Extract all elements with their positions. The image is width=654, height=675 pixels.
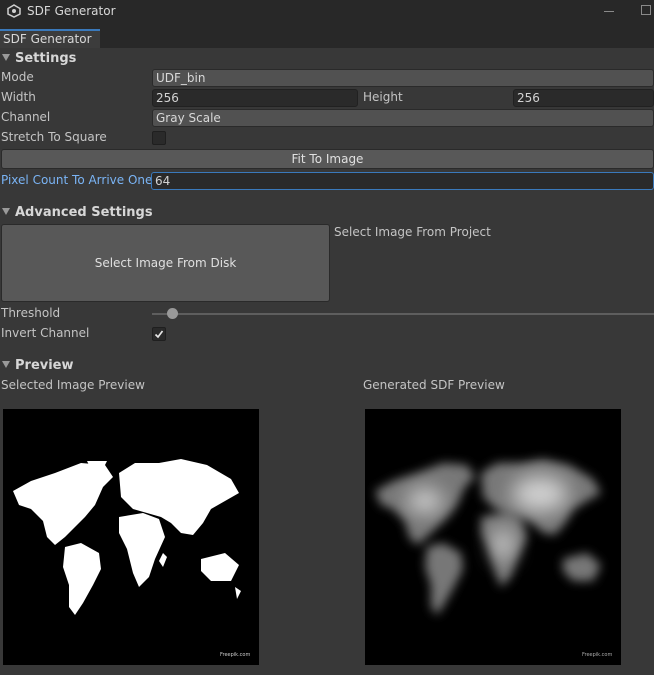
settings-foldout[interactable]: Settings [2,51,76,66]
triangle-down-icon [2,54,10,61]
select-image-from-project-label[interactable]: Select Image From Project [334,225,491,239]
world-map-sdf-image: Freepik.com [375,459,612,658]
height-field[interactable]: 256 [513,89,654,107]
selected-image-preview-label: Selected Image Preview [1,378,145,392]
channel-value: Gray Scale [156,111,221,125]
mode-dropdown[interactable]: UDF_bin [152,69,654,87]
triangle-down-icon [2,361,10,368]
unity-icon [7,4,21,18]
stretch-checkbox[interactable] [152,131,166,145]
preview-foldout[interactable]: Preview [2,358,74,373]
threshold-slider-thumb[interactable] [167,308,179,319]
check-icon [154,330,164,339]
threshold-slider-track[interactable] [152,313,654,315]
world-map-binary-image: Freepik.com [13,459,250,658]
selected-image-preview: Freepik.com [3,409,259,665]
maximize-button[interactable] [641,5,651,15]
tab-label: SDF Generator [3,32,92,46]
window-title: SDF Generator [27,4,116,18]
pixel-count-label: Pixel Count To Arrive One [1,173,153,187]
minimize-button[interactable] [604,11,614,12]
threshold-label: Threshold [1,306,61,320]
settings-header: Settings [15,51,77,66]
channel-dropdown[interactable]: Gray Scale [152,109,654,127]
width-label: Width [1,90,36,104]
width-field[interactable]: 256 [152,89,358,107]
pixel-count-field[interactable]: 64 [151,172,654,190]
mode-label: Mode [1,70,34,84]
invert-channel-label: Invert Channel [1,326,90,340]
mode-value: UDF_bin [156,71,206,85]
watermark-text: Freepik.com [582,652,612,658]
watermark-text: Freepik.com [220,652,250,658]
pixel-count-value: 64 [155,174,171,188]
preview-header: Preview [15,358,74,373]
advanced-settings-header: Advanced Settings [15,205,153,220]
invert-channel-checkbox[interactable] [152,327,166,341]
height-label: Height [363,90,403,104]
height-value: 256 [517,91,540,105]
stretch-label: Stretch To Square [1,130,107,144]
select-image-from-disk-button[interactable]: Select Image From Disk [1,224,330,302]
tab-sdf-generator[interactable]: SDF Generator [0,29,100,48]
channel-label: Channel [1,110,51,124]
fit-to-image-button[interactable]: Fit To Image [1,149,654,169]
advanced-settings-foldout[interactable]: Advanced Settings [2,205,153,220]
generated-sdf-preview: Freepik.com [365,409,621,665]
generated-sdf-preview-label: Generated SDF Preview [363,378,505,392]
triangle-down-icon [2,208,10,215]
width-value: 256 [156,91,179,105]
